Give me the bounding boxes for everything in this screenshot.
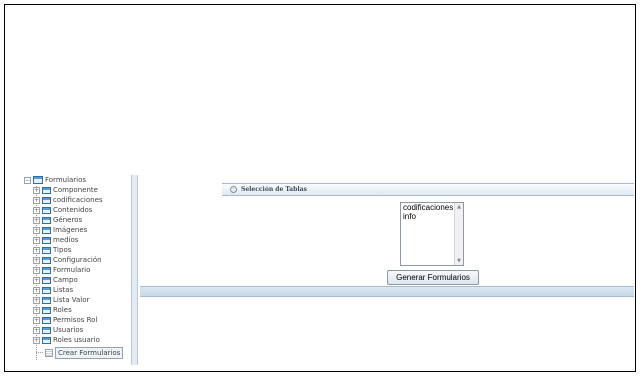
plus-box-icon[interactable]: + [33, 246, 40, 254]
plus-box-icon[interactable]: + [33, 266, 40, 274]
tree-item-label: Contenidos [53, 206, 93, 214]
listbox-scrollbar[interactable]: ▲ ▼ [454, 203, 463, 265]
tree-item-label: Componente [53, 186, 98, 194]
tree-item-codificaciones[interactable]: + codificaciones [33, 195, 103, 205]
tree-item-label: Géneros [53, 216, 83, 224]
tree-item-configuracion[interactable]: + Configuración [33, 255, 102, 265]
tree-root-label: Formularios [45, 176, 87, 184]
tree-item-permisos-rol[interactable]: + Permisos Rol [33, 315, 97, 325]
plus-box-icon[interactable]: + [33, 186, 40, 194]
plus-box-icon[interactable]: + [33, 296, 40, 304]
table-icon [42, 206, 51, 214]
tree-item-label: Campo [53, 276, 78, 284]
table-icon [42, 296, 51, 304]
tree-item-label: Roles usuario [53, 336, 100, 344]
tree-item-label: medios [53, 236, 79, 244]
footer-bar [140, 286, 634, 297]
tree-item-roles-usuario[interactable]: + Roles usuario [33, 335, 100, 345]
table-icon [42, 326, 51, 334]
section-title: Selección de Tablas [241, 186, 307, 193]
table-icon [42, 226, 51, 234]
table-icon [42, 336, 51, 344]
tree-item-label: Configuración [53, 256, 102, 264]
plus-box-icon[interactable]: + [33, 216, 40, 224]
tree-item-formulario[interactable]: + Formulario [33, 265, 90, 275]
tree-item-crear-formularios[interactable]: Crear Formularios [43, 347, 124, 359]
plus-box-icon[interactable]: + [33, 236, 40, 244]
plus-box-icon[interactable]: + [33, 286, 40, 294]
tree-item-label: Usuarios [53, 326, 84, 334]
plus-box-icon[interactable]: + [33, 276, 40, 284]
plus-box-icon[interactable]: + [33, 336, 40, 344]
tree-item-contenidos[interactable]: + Contenidos [33, 205, 92, 215]
tree-item-label: Formulario [53, 266, 91, 274]
table-icon [42, 316, 51, 324]
table-icon [42, 246, 51, 254]
table-icon [33, 176, 43, 184]
plus-box-icon[interactable]: + [33, 256, 40, 264]
tree-connector-line [36, 352, 43, 353]
tree-item-generos[interactable]: + Géneros [33, 215, 82, 225]
tree-item-label: Imágenes [53, 226, 88, 234]
tree-item-label: Permisos Rol [53, 316, 98, 324]
tree-item-roles[interactable]: + Roles [33, 305, 72, 315]
plus-box-icon[interactable]: + [33, 196, 40, 204]
tree-item-componente[interactable]: + Componente [33, 185, 98, 195]
tree-item-label: codificaciones [53, 196, 103, 204]
tree-item-usuarios[interactable]: + Usuarios [33, 325, 83, 335]
tree-item-campo[interactable]: + Campo [33, 275, 78, 285]
table-icon [42, 196, 51, 204]
plus-box-icon[interactable]: + [33, 316, 40, 324]
document-icon [45, 349, 53, 357]
table-icon [42, 306, 51, 314]
section-header: ◦ Selección de Tablas [222, 183, 634, 196]
plus-box-icon[interactable]: + [33, 306, 40, 314]
tree-item-label: Lista Valor [53, 296, 90, 304]
table-icon [42, 236, 51, 244]
panel-splitter[interactable] [131, 175, 138, 365]
minus-box-icon[interactable]: − [24, 176, 31, 184]
plus-box-icon[interactable]: + [33, 326, 40, 334]
table-icon [42, 276, 51, 284]
table-icon [42, 216, 51, 224]
table-icon [42, 266, 51, 274]
tree-item-listas[interactable]: + Listas [33, 285, 73, 295]
tree-root-formularios[interactable]: − Formularios [24, 175, 86, 185]
tree-item-tipos[interactable]: + Tipos [33, 245, 71, 255]
table-icon [42, 186, 51, 194]
tree-item-lista-valor[interactable]: + Lista Valor [33, 295, 89, 305]
generate-forms-button[interactable]: Generar Formularios [387, 270, 479, 285]
plus-box-icon[interactable]: + [33, 226, 40, 234]
scroll-up-icon[interactable]: ▲ [456, 204, 462, 210]
tree-item-label: Tipos [53, 246, 72, 254]
tree-leaf-selected-label: Crear Formularios [55, 347, 124, 359]
tree-item-imagenes[interactable]: + Imágenes [33, 225, 87, 235]
tree-item-medios[interactable]: + medios [33, 235, 78, 245]
circle-collapse-icon[interactable]: ◦ [230, 186, 237, 193]
plus-box-icon[interactable]: + [33, 206, 40, 214]
scroll-down-icon[interactable]: ▼ [456, 258, 462, 264]
table-icon [42, 286, 51, 294]
tree-item-label: Roles [53, 306, 72, 314]
table-icon [42, 256, 51, 264]
tables-listbox[interactable]: codificaciones info ▲ ▼ [400, 202, 464, 266]
tree-item-label: Listas [53, 286, 74, 294]
